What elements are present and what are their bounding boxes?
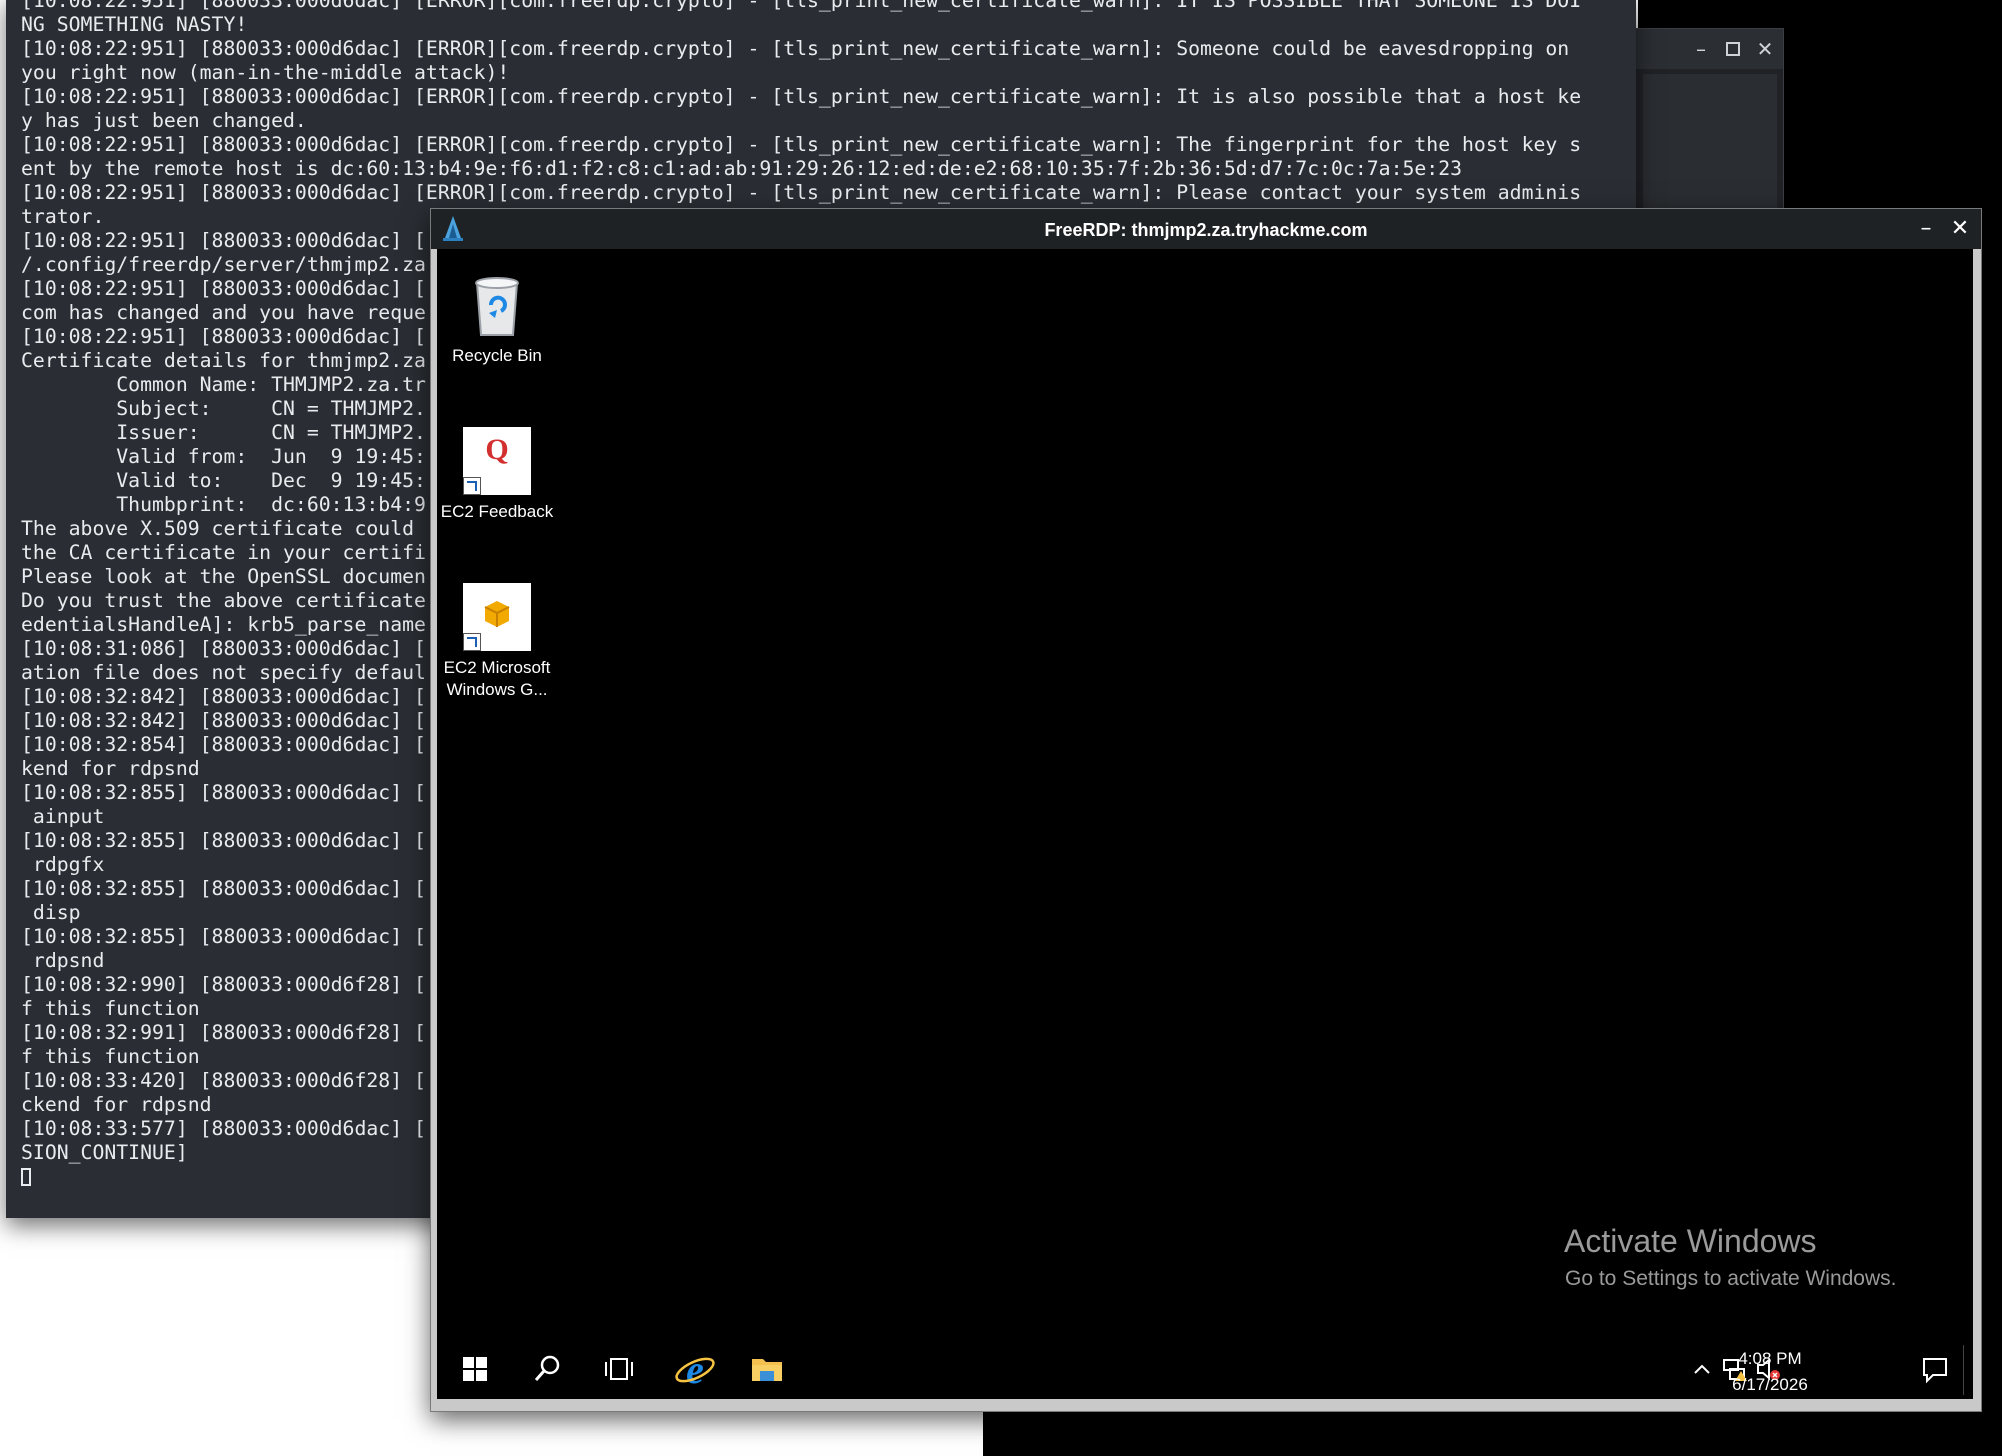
show-desktop-divider: [1963, 1345, 1964, 1395]
taskbar: e 4:08 PM 6/17/2026: [437, 1339, 1973, 1399]
chevron-up-icon: [1694, 1364, 1710, 1374]
task-view-button[interactable]: [595, 1349, 643, 1389]
clock-time: 4:08 PM: [1738, 1349, 1802, 1368]
terminal-line: Subject: CN = THMJMP2.: [21, 397, 426, 420]
terminal-line: disp: [21, 901, 81, 924]
terminal-line: com has changed and you have reque: [21, 301, 426, 324]
terminal-line: [10:08:32:855] [880033:000d6dac] [: [21, 781, 426, 804]
folder-icon: [752, 1359, 782, 1381]
svg-text:e: e: [686, 1349, 704, 1389]
terminal-line: [10:08:32:855] [880033:000d6dac] [: [21, 877, 426, 900]
freerdp-titlebar[interactable]: FreeRDP: thmjmp2.za.tryhackme.com – ✕: [431, 209, 1981, 249]
terminal-line: rdpsnd: [21, 949, 105, 972]
close-icon[interactable]: ✕: [1945, 215, 1975, 243]
terminal-line: [10:08:32:991] [880033:000d6f28] [: [21, 1021, 426, 1044]
terminal-line: edentialsHandleA]: krb5_parse_name: [21, 613, 426, 636]
terminal-line: ckend for rdpsnd: [21, 1093, 212, 1116]
terminal-line: [10:08:31:086] [880033:000d6dac] [: [21, 637, 426, 660]
terminal-line: SION_CONTINUE]: [21, 1141, 188, 1164]
terminal-cursor: [21, 1168, 31, 1186]
desktop-icon-label: EC2 Feedback: [440, 502, 554, 521]
terminal-line: [10:08:33:577] [880033:000d6dac] [: [21, 1117, 426, 1140]
terminal-line: [10:08:22:951] [880033:000d6dac] [: [21, 277, 426, 300]
search-button[interactable]: [523, 1349, 571, 1389]
terminal-line: f this function: [21, 997, 200, 1020]
search-icon: [534, 1355, 560, 1381]
terminal-line: [10:08:22:951] [880033:000d6dac] [: [21, 325, 426, 348]
minimize-icon[interactable]: –: [1911, 215, 1941, 243]
close-icon[interactable]: ✕: [1751, 35, 1779, 63]
terminal-line: [10:08:32:855] [880033:000d6dac] [: [21, 925, 426, 948]
file-explorer-button[interactable]: [743, 1349, 791, 1389]
terminal-line: [10:08:22:951] [880033:000d6dac] [ERROR]…: [21, 0, 1582, 12]
terminal-line: The above X.509 certificate could: [21, 517, 415, 540]
desktop-icon-ec2-feedback[interactable]: Q EC2 Feedback: [437, 427, 557, 523]
terminal-line: [10:08:22:951] [880033:000d6dac] [: [21, 229, 426, 252]
desktop-icon-ec2-microsoft-windows-guide[interactable]: EC2 Microsoft Windows G...: [437, 583, 557, 701]
terminal-line: [10:08:22:951] [880033:000d6dac] [ERROR]…: [21, 85, 1582, 108]
shortcut-arrow-icon: [463, 477, 481, 495]
internet-explorer-button[interactable]: e: [671, 1347, 719, 1392]
internet-explorer-icon: e: [675, 1347, 715, 1392]
activate-windows-title: Activate Windows: [1564, 1223, 1817, 1259]
terminal-line: NG SOMETHING NASTY!: [21, 13, 248, 36]
recycle-bin-icon: [463, 271, 531, 339]
terminal-line: Please look at the OpenSSL documen: [21, 565, 426, 588]
terminal-line: rdpgfx: [21, 853, 105, 876]
maximize-icon[interactable]: [1719, 35, 1747, 63]
notification-icon: [1923, 1358, 1947, 1384]
terminal-line: the CA certificate in your certifi: [21, 541, 426, 564]
freerdp-window[interactable]: FreeRDP: thmjmp2.za.tryhackme.com – ✕ Re…: [430, 208, 1982, 1412]
start-button[interactable]: [451, 1349, 499, 1389]
terminal-line: [10:08:32:854] [880033:000d6dac] [: [21, 733, 426, 756]
terminal-line: Valid from: Jun 9 19:45:: [21, 445, 426, 468]
terminal-line: Valid to: Dec 9 19:45:: [21, 469, 426, 492]
terminal-line: f this function: [21, 1045, 200, 1068]
terminal-line: /.config/freerdp/server/thmjmp2.za: [21, 253, 426, 276]
terminal-line: [10:08:32:842] [880033:000d6dac] [: [21, 685, 426, 708]
activate-windows-subtitle: Go to Settings to activate Windows.: [1565, 1267, 1897, 1290]
task-view-icon: [605, 1358, 633, 1380]
freerdp-window-title: FreeRDP: thmjmp2.za.tryhackme.com: [1044, 220, 1368, 240]
terminal-line: Certificate details for thmjmp2.za: [21, 349, 426, 372]
terminal-line: [10:08:33:420] [880033:000d6f28] [: [21, 1069, 426, 1092]
terminal-line: [10:08:22:951] [880033:000d6dac] [ERROR]…: [21, 133, 1582, 156]
terminal-line: [10:08:22:951] [880033:000d6dac] [ERROR]…: [21, 181, 1582, 204]
terminal-line: you right now (man-in-the-middle attack)…: [21, 61, 510, 84]
action-center-button[interactable]: [1911, 1349, 1959, 1389]
terminal-line: Issuer: CN = THMJMP2.: [21, 421, 426, 444]
terminal-line: Thumbprint: dc:60:13:b4:9: [21, 493, 426, 516]
taskbar-clock[interactable]: 4:08 PM 6/17/2026: [1715, 1346, 1825, 1398]
terminal-line: [10:08:22:951] [880033:000d6dac] [ERROR]…: [21, 37, 1570, 60]
terminal-line: ation file does not specify defaul: [21, 661, 426, 684]
desktop-icon-recycle-bin[interactable]: Recycle Bin: [437, 271, 557, 367]
clock-date: 6/17/2026: [1732, 1375, 1808, 1394]
shortcut-arrow-icon: [463, 633, 481, 651]
terminal-line: ent by the remote host is dc:60:13:b4:9e…: [21, 157, 1463, 180]
minimize-icon[interactable]: –: [1687, 35, 1715, 63]
terminal-line: trator.: [21, 205, 105, 228]
desktop-icon-label: Recycle Bin: [452, 346, 542, 365]
terminal-line: kend for rdpsnd: [21, 757, 200, 780]
terminal-line: Common Name: THMJMP2.za.tr: [21, 373, 426, 396]
terminal-line: ainput: [21, 805, 105, 828]
background-terminal-content: [1643, 74, 1777, 219]
show-hidden-icons-button[interactable]: [1687, 1349, 1717, 1389]
windows-logo-icon: [463, 1357, 487, 1381]
remote-desktop[interactable]: Recycle Bin Q EC2 Feedback EC2 Microsoft…: [437, 249, 1973, 1399]
terminal-line: y has just been changed.: [21, 109, 307, 132]
terminal-line: Do you trust the above certificate: [21, 589, 426, 612]
terminal-line: [10:08:32:842] [880033:000d6dac] [: [21, 709, 426, 732]
ec2-package-icon: [463, 583, 531, 651]
desktop-icon-label: EC2 Microsoft Windows G...: [443, 658, 551, 699]
terminal-line: [10:08:32:990] [880033:000d6f28] [: [21, 973, 426, 996]
ec2-feedback-icon: Q: [463, 427, 531, 495]
terminal-line: [10:08:32:855] [880033:000d6dac] [: [21, 829, 426, 852]
